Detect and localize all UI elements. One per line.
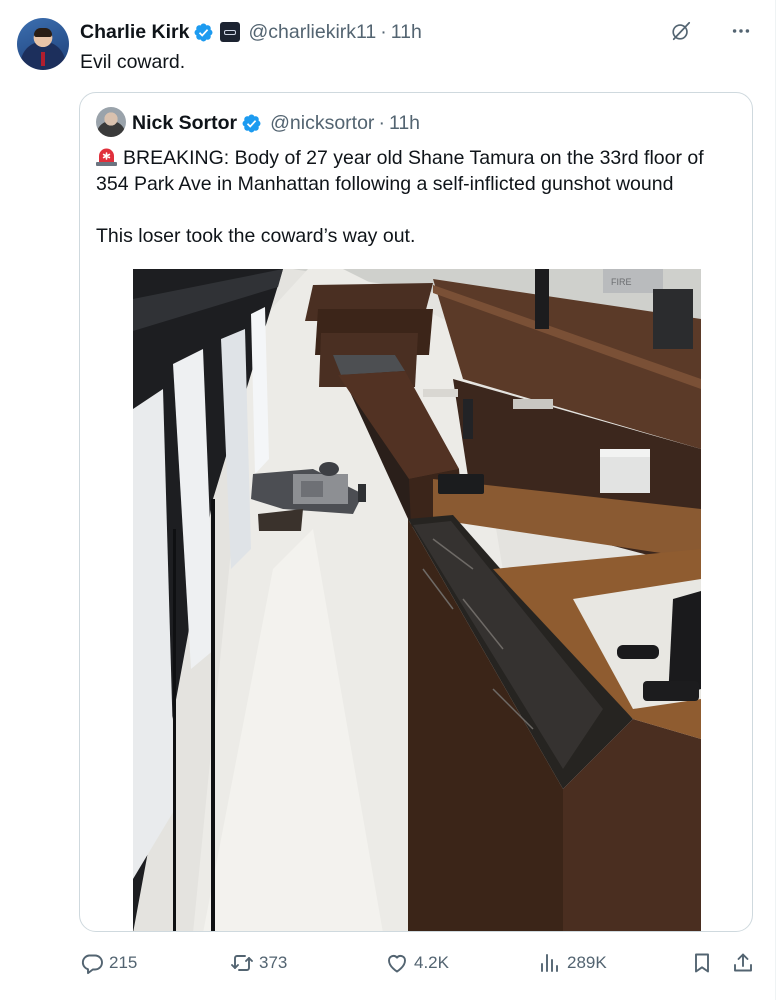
fire-sign-text: FIRE xyxy=(611,277,632,287)
view-count: 289K xyxy=(567,953,607,972)
bookmark-icon xyxy=(695,953,709,973)
reply-button[interactable]: 215 xyxy=(80,948,137,978)
views-icon xyxy=(541,954,558,972)
separator-dot: · xyxy=(380,20,387,43)
reply-count: 215 xyxy=(109,953,138,972)
share-button[interactable] xyxy=(731,948,760,978)
verified-badge-icon[interactable] xyxy=(241,113,262,134)
quoted-tweet-line-2: This loser took the coward’s way out. xyxy=(96,225,416,247)
quoted-author-name[interactable]: Nick Sortor xyxy=(132,112,237,135)
repost-icon xyxy=(231,955,253,971)
tweet[interactable]: Charlie Kirk @charliekirk11 · 11h Evil c… xyxy=(0,0,780,1000)
quoted-tweet-text: BREAKING: Body of 27 year old Shane Tamu… xyxy=(96,145,736,249)
action-bar: 215 373 4.2K 289K xyxy=(0,948,780,978)
reply-icon xyxy=(81,954,103,975)
like-count: 4.2K xyxy=(414,953,449,972)
quoted-tweet-photo[interactable]: FIRE xyxy=(133,269,701,931)
quoted-author-handle[interactable]: @nicksortor xyxy=(270,112,374,135)
timeline-divider xyxy=(775,0,776,1000)
bookmark-button[interactable] xyxy=(690,948,719,978)
author-name[interactable]: Charlie Kirk xyxy=(80,21,189,44)
quoted-tweet[interactable]: Nick Sortor @nicksortor · 11h BREAKING: … xyxy=(79,92,753,932)
separator-dot: · xyxy=(378,111,385,134)
repost-count: 373 xyxy=(259,953,288,972)
like-button[interactable]: 4.2K xyxy=(385,948,449,978)
tweet-header: Charlie Kirk @charliekirk11 · 11h xyxy=(80,19,422,45)
office-lobby-security-photo: FIRE xyxy=(133,269,701,931)
quoted-tweet-line-1: BREAKING: Body of 27 year old Shane Tamu… xyxy=(96,147,704,195)
affiliate-badge-icon[interactable] xyxy=(220,22,241,42)
tweet-timestamp[interactable]: 11h xyxy=(391,21,422,44)
siren-icon xyxy=(96,148,117,166)
quoted-tweet-timestamp[interactable]: 11h xyxy=(389,112,420,135)
quoted-author-avatar[interactable] xyxy=(96,107,126,137)
views-button[interactable]: 289K xyxy=(538,948,607,978)
more-options-icon[interactable] xyxy=(730,20,752,42)
author-handle[interactable]: @charliekirk11 xyxy=(248,21,376,44)
author-avatar[interactable] xyxy=(17,18,69,70)
repost-button[interactable]: 373 xyxy=(230,948,287,978)
quoted-tweet-header: Nick Sortor @nicksortor · 11h xyxy=(132,110,420,136)
verified-badge-icon[interactable] xyxy=(193,22,214,43)
heart-icon xyxy=(388,955,406,973)
tweet-text: Evil coward. xyxy=(80,51,186,73)
share-icon xyxy=(734,953,752,972)
grok-icon[interactable] xyxy=(670,20,692,42)
